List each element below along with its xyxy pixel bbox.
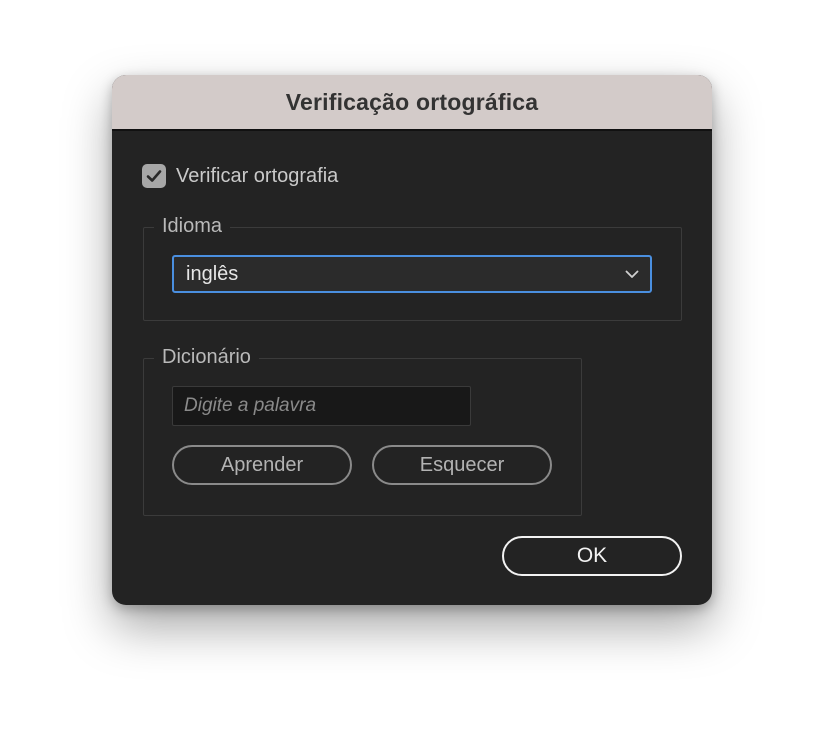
spellcheck-checkbox-label: Verificar ortografia [176,164,339,187]
dialog-title: Verificação ortográfica [285,88,539,115]
language-select-value: inglês [186,262,239,285]
spellcheck-dialog: Verificação ortográfica Verificar ortogr… [112,75,712,605]
spellcheck-toggle-row[interactable]: Verificar ortografia [142,164,338,188]
language-legend: Idioma [154,213,231,239]
language-group: Idioma inglês [143,213,682,321]
language-select[interactable]: inglês [172,255,652,293]
spellcheck-checkbox[interactable] [142,164,166,188]
dictionary-group: Dicionário Aprender Esquecer [143,344,582,516]
chevron-down-icon [625,270,639,278]
word-input[interactable] [172,386,471,426]
learn-button[interactable]: Aprender [172,445,352,485]
forget-button[interactable]: Esquecer [372,445,552,485]
dictionary-legend: Dicionário [154,344,259,370]
dialog-titlebar[interactable]: Verificação ortográfica [112,75,712,131]
ok-button[interactable]: OK [502,536,682,576]
checkmark-icon [146,170,162,182]
